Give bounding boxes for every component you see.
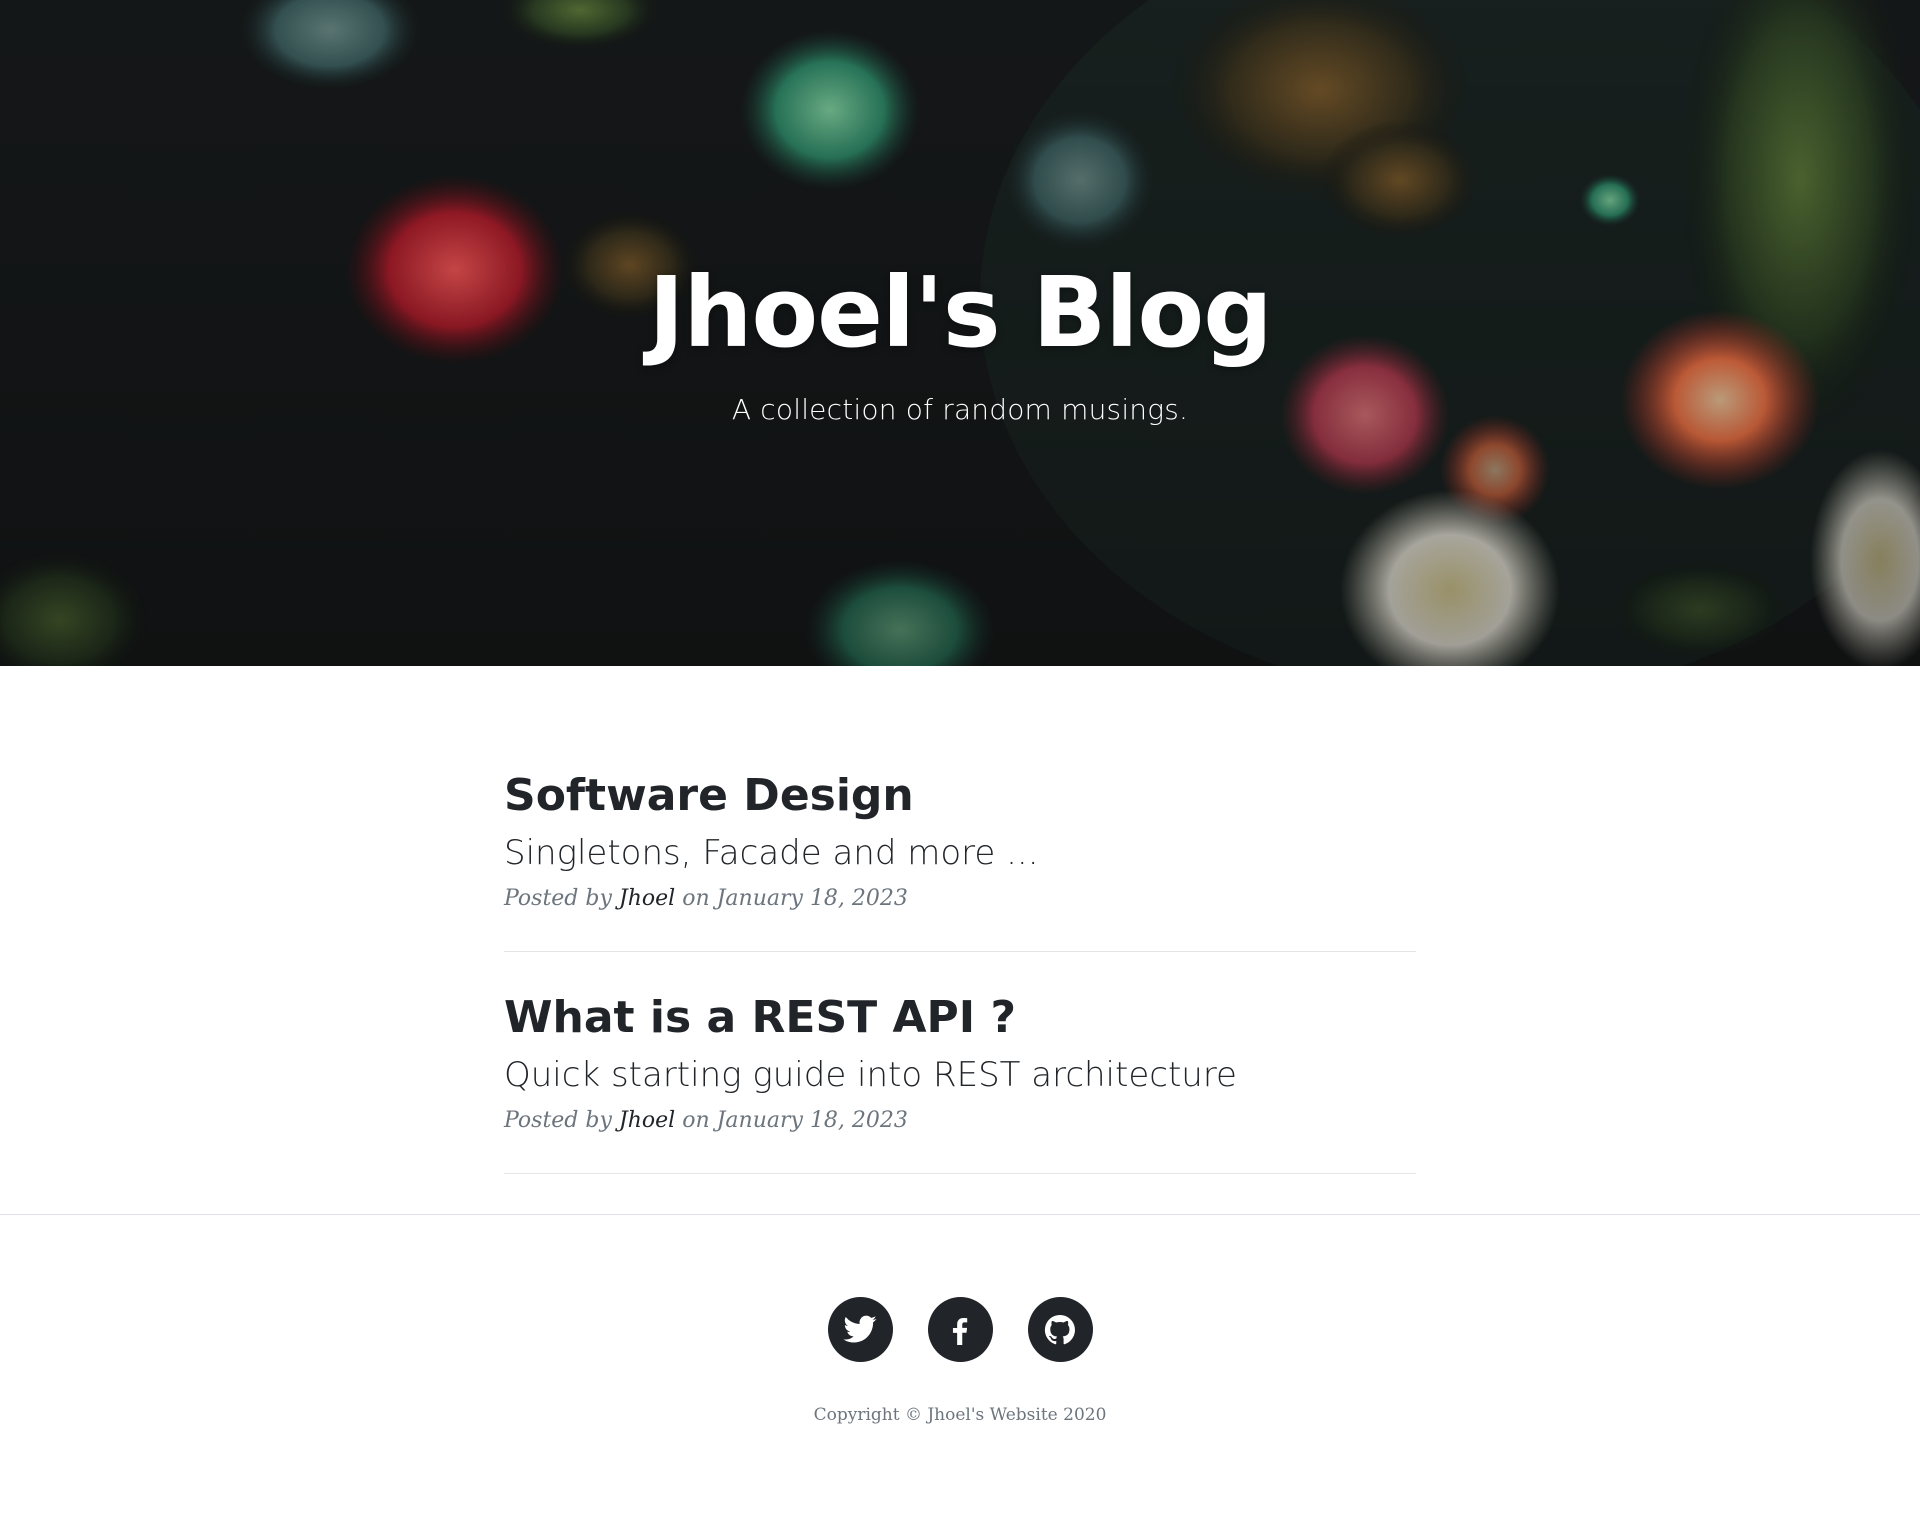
site-title: Jhoel's Blog <box>648 256 1272 369</box>
copyright-text: Copyright © Jhoel's Website 2020 <box>813 1405 1107 1425</box>
post-meta-date: on January 18, 2023 <box>682 886 908 911</box>
site-subtitle: A collection of random musings. <box>731 393 1189 426</box>
github-icon <box>1044 1314 1075 1344</box>
post-meta-prefix: Posted by <box>504 886 612 911</box>
post-title-link[interactable]: Software Design <box>504 770 1416 822</box>
post-meta-prefix: Posted by <box>504 1108 612 1133</box>
post-meta-date: on January 18, 2023 <box>682 1108 908 1133</box>
footer: Copyright © Jhoel's Website 2020 <box>0 1215 1920 1425</box>
masthead: Jhoel's Blog A collection of random musi… <box>0 0 1920 666</box>
facebook-link[interactable] <box>927 1297 993 1362</box>
masthead-heading: Jhoel's Blog A collection of random musi… <box>0 250 1920 426</box>
twitter-icon <box>843 1315 877 1342</box>
post-meta: Posted by Jhoel on January 18, 2023 <box>504 1108 1416 1133</box>
post-author-link[interactable]: Jhoel <box>619 1108 675 1133</box>
post-preview: What is a REST API ? Quick starting guid… <box>504 992 1416 1174</box>
post-subtitle-link[interactable]: Quick starting guide into REST architect… <box>504 1053 1416 1097</box>
post-meta: Posted by Jhoel on January 18, 2023 <box>504 886 1416 911</box>
post-subtitle-link[interactable]: Singletons, Facade and more ... <box>504 831 1416 875</box>
post-preview: Software Design Singletons, Facade and m… <box>504 770 1416 952</box>
github-link[interactable] <box>1027 1297 1093 1362</box>
facebook-icon <box>952 1317 968 1345</box>
post-title-link[interactable]: What is a REST API ? <box>504 992 1416 1044</box>
post-author-link[interactable]: Jhoel <box>619 886 675 911</box>
twitter-link[interactable] <box>827 1297 893 1362</box>
post-list: Software Design Singletons, Facade and m… <box>504 666 1416 1174</box>
social-links <box>0 1297 1920 1362</box>
